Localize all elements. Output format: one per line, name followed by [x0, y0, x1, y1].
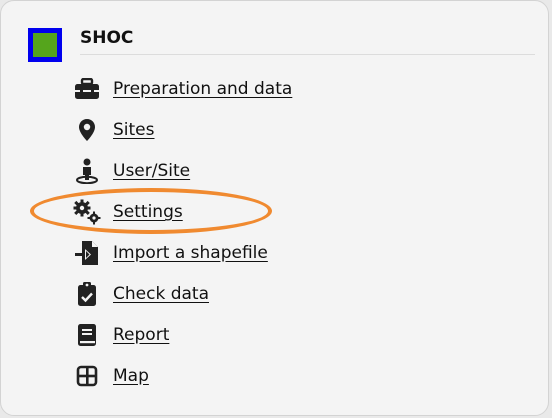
menu-label: Map [113, 366, 149, 386]
menu-item-settings[interactable]: Settings [71, 194, 391, 230]
menu-label: Sites [113, 120, 155, 140]
title-divider [80, 54, 535, 55]
menu-item-sites[interactable]: Sites [71, 112, 391, 148]
menu-label: Import a shapefile [113, 243, 268, 263]
panel-title: SHOC [80, 28, 134, 48]
menu-label: Check data [113, 284, 209, 304]
menu-label: User/Site [113, 161, 191, 181]
book-icon [71, 321, 103, 349]
menu-item-report[interactable]: Report [71, 317, 391, 353]
menu-item-import-shapefile[interactable]: Import a shapefile [71, 235, 391, 271]
menu-label: Settings [113, 202, 183, 222]
menu-item-preparation-and-data[interactable]: Preparation and data [71, 71, 391, 107]
file-import-icon [71, 239, 103, 267]
person-pin-icon [71, 157, 103, 185]
menu-panel: SHOC Preparation and data Sites User/Sit… [0, 0, 549, 416]
menu-item-check-data[interactable]: Check data [71, 276, 391, 312]
toolbox-icon [71, 75, 103, 103]
grid-icon [71, 362, 103, 390]
menu-label: Preparation and data [113, 79, 293, 99]
menu-item-map[interactable]: Map [71, 358, 391, 394]
menu-item-user-site[interactable]: User/Site [71, 153, 391, 189]
brand-logo [28, 28, 62, 62]
menu-label: Report [113, 325, 170, 345]
map-marker-icon [71, 116, 103, 144]
gears-icon [71, 198, 103, 226]
clipboard-check-icon [71, 280, 103, 308]
